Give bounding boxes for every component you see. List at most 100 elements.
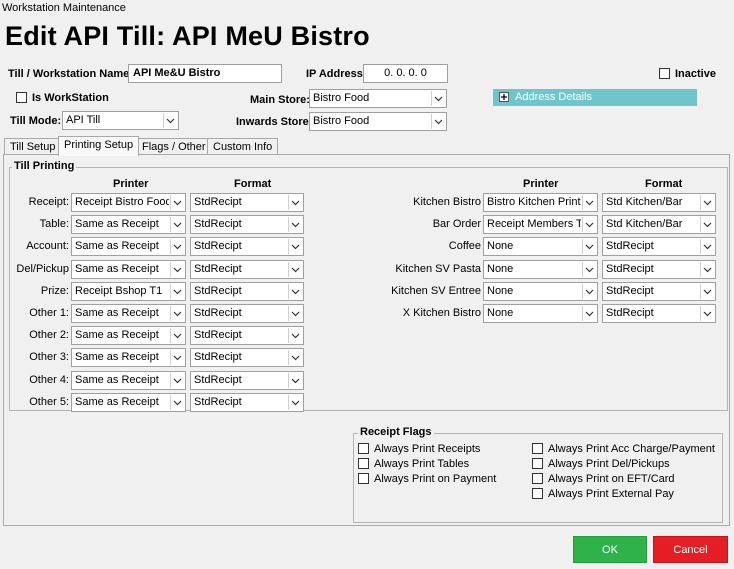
left-row-format-select[interactable]: StdRecipt: [190, 282, 304, 301]
left-row-printer-select[interactable]: Same as Receipt: [71, 326, 186, 345]
flag-del-pickups-checkbox[interactable]: [532, 458, 543, 469]
right-row-printer-select[interactable]: None: [483, 282, 598, 301]
chevron-down-icon[interactable]: [700, 239, 714, 254]
left-row-format-value: StdRecipt: [194, 307, 242, 319]
chevron-down-icon[interactable]: [700, 306, 714, 321]
chevron-down-icon[interactable]: [288, 239, 302, 254]
flag-always-print-tables-checkbox[interactable]: [358, 458, 369, 469]
is-workstation-label: Is WorkStation: [32, 92, 109, 104]
right-row-format-select[interactable]: StdRecipt: [602, 260, 716, 279]
right-row-printer-select[interactable]: Receipt Members T: [483, 215, 598, 234]
left-row-format-select[interactable]: StdRecipt: [190, 348, 304, 367]
chevron-down-icon[interactable]: [288, 328, 302, 343]
chevron-down-icon[interactable]: [170, 195, 184, 210]
left-row-printer-select[interactable]: Same as Receipt: [71, 260, 186, 279]
flag-eft-card-checkbox[interactable]: [532, 473, 543, 484]
chevron-down-icon[interactable]: [582, 217, 596, 232]
right-row-printer-select[interactable]: None: [483, 237, 598, 256]
window-title: Workstation Maintenance: [2, 2, 126, 14]
tab-printing-setup[interactable]: Printing Setup: [58, 136, 140, 156]
flag-acc-charge-checkbox[interactable]: [532, 443, 543, 454]
right-row-format-select[interactable]: StdRecipt: [602, 237, 716, 256]
inwards-store-select[interactable]: Bistro Food: [309, 112, 447, 131]
left-row-format-value: StdRecipt: [194, 263, 242, 275]
flag-always-print-on-payment-checkbox[interactable]: [358, 473, 369, 484]
chevron-down-icon[interactable]: [582, 306, 596, 321]
ok-button[interactable]: OK: [573, 536, 647, 563]
chevron-down-icon[interactable]: [582, 239, 596, 254]
left-row-printer-select[interactable]: Same as Receipt: [71, 348, 186, 367]
left-row-format-select[interactable]: StdRecipt: [190, 326, 304, 345]
left-row-label: Account:: [26, 240, 69, 252]
chevron-down-icon[interactable]: [288, 195, 302, 210]
left-row-printer-select[interactable]: Same as Receipt: [71, 304, 186, 323]
chevron-down-icon[interactable]: [288, 395, 302, 410]
left-row-printer-select[interactable]: Receipt Bistro Food: [71, 193, 186, 212]
till-name-input[interactable]: API Me&U Bistro: [128, 64, 282, 83]
left-row-format-select[interactable]: StdRecipt: [190, 260, 304, 279]
chevron-down-icon[interactable]: [170, 284, 184, 299]
right-row-printer-value: Bistro Kitchen Print: [487, 196, 581, 208]
chevron-down-icon[interactable]: [170, 239, 184, 254]
right-row-format-select[interactable]: StdRecipt: [602, 282, 716, 301]
chevron-down-icon[interactable]: [431, 114, 445, 129]
left-row-label: Other 1:: [29, 307, 69, 319]
right-row-format-select[interactable]: Std Kitchen/Bar: [602, 193, 716, 212]
right-row-format-select[interactable]: Std Kitchen/Bar: [602, 215, 716, 234]
chevron-down-icon[interactable]: [170, 395, 184, 410]
left-row-printer-select[interactable]: Same as Receipt: [71, 215, 186, 234]
chevron-down-icon[interactable]: [288, 217, 302, 232]
ip-address-input[interactable]: 0. 0. 0. 0: [363, 64, 448, 83]
left-row-printer-select[interactable]: Same as Receipt: [71, 371, 186, 390]
chevron-down-icon[interactable]: [288, 262, 302, 277]
chevron-down-icon[interactable]: [700, 217, 714, 232]
chevron-down-icon[interactable]: [170, 306, 184, 321]
chevron-down-icon[interactable]: [288, 373, 302, 388]
right-row-format-select[interactable]: StdRecipt: [602, 304, 716, 323]
tab-flags-other[interactable]: Flags / Other: [136, 138, 212, 155]
inactive-checkbox[interactable]: [659, 68, 670, 79]
chevron-down-icon[interactable]: [288, 284, 302, 299]
cancel-button[interactable]: Cancel: [653, 536, 728, 563]
chevron-down-icon[interactable]: [170, 328, 184, 343]
left-row-format-select[interactable]: StdRecipt: [190, 393, 304, 412]
chevron-down-icon[interactable]: [170, 373, 184, 388]
chevron-down-icon[interactable]: [170, 262, 184, 277]
tab-custom-info[interactable]: Custom Info: [207, 138, 279, 155]
left-row-format-select[interactable]: StdRecipt: [190, 371, 304, 390]
chevron-down-icon[interactable]: [288, 306, 302, 321]
chevron-down-icon[interactable]: [582, 284, 596, 299]
left-row-printer-value: Receipt Bshop T1: [75, 285, 163, 297]
chevron-down-icon[interactable]: [170, 217, 184, 232]
tab-till-setup[interactable]: Till Setup: [4, 138, 62, 155]
left-row-printer-value: Same as Receipt: [75, 307, 159, 319]
left-row-printer-select[interactable]: Same as Receipt: [71, 237, 186, 256]
left-row-printer-select[interactable]: Same as Receipt: [71, 393, 186, 412]
left-row-format-select[interactable]: StdRecipt: [190, 215, 304, 234]
right-row-printer-select[interactable]: None: [483, 260, 598, 279]
main-store-value: Bistro Food: [313, 92, 370, 104]
left-row-format-select[interactable]: StdRecipt: [190, 237, 304, 256]
flag-always-print-receipts-checkbox[interactable]: [358, 443, 369, 454]
right-row-printer-select[interactable]: None: [483, 304, 598, 323]
left-row-format-select[interactable]: StdRecipt: [190, 304, 304, 323]
chevron-down-icon[interactable]: [700, 284, 714, 299]
left-row-format-select[interactable]: StdRecipt: [190, 193, 304, 212]
chevron-down-icon[interactable]: [582, 195, 596, 210]
chevron-down-icon[interactable]: [700, 262, 714, 277]
chevron-down-icon[interactable]: [700, 195, 714, 210]
flag-external-pay-checkbox[interactable]: [532, 488, 543, 499]
is-workstation-checkbox[interactable]: [16, 92, 27, 103]
right-row-format-value: StdRecipt: [606, 240, 654, 252]
chevron-down-icon[interactable]: [582, 262, 596, 277]
till-mode-select[interactable]: API Till: [62, 111, 179, 130]
main-store-select[interactable]: Bistro Food: [309, 89, 447, 108]
chevron-down-icon[interactable]: [170, 350, 184, 365]
left-row-printer-select[interactable]: Receipt Bshop T1: [71, 282, 186, 301]
chevron-down-icon[interactable]: [163, 113, 177, 128]
right-row-printer-select[interactable]: Bistro Kitchen Print: [483, 193, 598, 212]
address-details-toggle[interactable]: Address Details: [493, 89, 697, 106]
right-row-label: X Kitchen Bistro: [402, 307, 481, 319]
chevron-down-icon[interactable]: [431, 91, 445, 106]
chevron-down-icon[interactable]: [288, 350, 302, 365]
